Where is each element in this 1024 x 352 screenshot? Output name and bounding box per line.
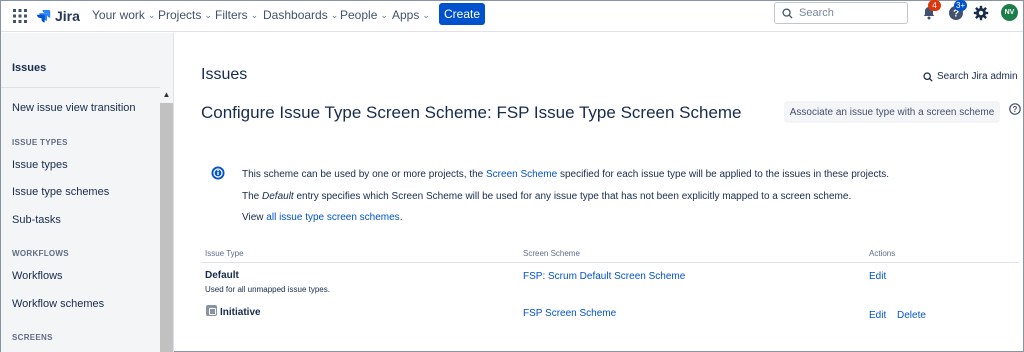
logo-text: Jira xyxy=(55,8,80,24)
search-jira-admin-label: Search Jira admin xyxy=(937,71,1018,82)
svg-text:?: ? xyxy=(1013,105,1018,114)
gear-icon xyxy=(973,5,989,21)
screen-scheme-link[interactable]: Screen Scheme xyxy=(486,169,557,180)
scroll-up-arrow-icon[interactable]: ▲ xyxy=(161,90,172,100)
sidebar-heading-screens: SCREENS xyxy=(12,333,53,342)
chevron-down-icon: ⌄ xyxy=(422,9,430,20)
associate-issue-type-button[interactable]: Associate an issue type with a screen sc… xyxy=(784,101,1000,123)
create-button[interactable]: Create xyxy=(439,3,485,25)
nav-your-work-label: Your work xyxy=(92,8,145,22)
nav-filters-label: Filters xyxy=(215,8,248,22)
column-header-issue-type: Issue Type xyxy=(205,249,244,258)
top-navigation: Jira Your work ⌄ Projects ⌄ Filters ⌄ Dashb… xyxy=(1,0,1023,32)
user-avatar[interactable]: NV xyxy=(1001,4,1018,21)
nav-dashboards-label: Dashboards xyxy=(263,8,328,22)
sidebar-item-workflow-schemes[interactable]: Workflow schemes xyxy=(12,298,104,310)
info-emphasis: Default xyxy=(262,191,294,202)
search-icon xyxy=(923,71,933,82)
chevron-down-icon: ⌄ xyxy=(250,9,259,20)
initiative-issue-type-icon xyxy=(206,305,217,316)
info-text: The xyxy=(242,191,263,202)
row-initiative-name: Initiative xyxy=(220,307,261,318)
row-default-description: Used for all unmapped issue types. xyxy=(205,285,330,294)
sidebar-title: Issues xyxy=(12,62,47,74)
column-header-screen-scheme: Screen Scheme xyxy=(523,249,580,258)
help-badge: 3+ xyxy=(954,0,968,11)
sidebar-heading-issue-types: ISSUE TYPES xyxy=(12,138,68,147)
nav-people-label: People xyxy=(340,8,378,22)
info-text: specified for each issue type will be ap… xyxy=(557,169,890,180)
info-text-line-3: View all issue type screen schemes. xyxy=(242,212,402,223)
question-circle-icon[interactable]: ? xyxy=(1009,103,1021,115)
nav-people[interactable]: People ⌄ xyxy=(340,8,388,22)
sidebar-divider xyxy=(1,87,173,88)
sidebar-item-workflows[interactable]: Workflows xyxy=(12,270,63,282)
help-button[interactable]: ? 3+ xyxy=(948,0,968,21)
main-content: Issues Search Jira admin Configure Issue… xyxy=(175,33,1023,352)
sidebar-item-issue-type-schemes[interactable]: Issue type schemes xyxy=(12,186,109,198)
scheme-title: Configure Issue Type Screen Scheme: FSP … xyxy=(201,103,742,122)
info-text-line-1: This scheme can be used by one or more p… xyxy=(242,169,889,180)
info-icon xyxy=(211,166,225,180)
info-text: View xyxy=(242,212,267,223)
chevron-down-icon: ⌄ xyxy=(147,9,156,20)
notifications-badge: 4 xyxy=(928,0,941,11)
search-jira-admin-link[interactable]: Search Jira admin xyxy=(923,71,1018,82)
nav-filters[interactable]: Filters ⌄ xyxy=(215,8,258,22)
chevron-down-icon: ⌄ xyxy=(204,9,212,20)
sidebar-scroll-thumb[interactable] xyxy=(160,103,173,352)
nav-dashboards[interactable]: Dashboards ⌄ xyxy=(263,8,338,22)
sidebar-item-sub-tasks[interactable]: Sub-tasks xyxy=(12,214,61,226)
sidebar-item-issue-types[interactable]: Issue types xyxy=(12,159,68,171)
jira-logo-icon xyxy=(37,10,51,23)
row-default-scheme-link[interactable]: FSP: Scrum Default Screen Scheme xyxy=(523,271,685,282)
row-initiative-scheme-link[interactable]: FSP Screen Scheme xyxy=(523,308,616,319)
row-initiative-delete-link[interactable]: Delete xyxy=(897,310,926,321)
settings-button[interactable] xyxy=(973,5,989,21)
nav-projects[interactable]: Projects ⌄ xyxy=(158,8,212,22)
row-default-name: Default xyxy=(205,270,239,281)
jira-logo[interactable]: Jira xyxy=(37,6,80,26)
column-header-actions: Actions xyxy=(869,249,896,258)
chevron-down-icon: ⌄ xyxy=(330,9,339,20)
info-text: entry specifies which Screen Scheme will… xyxy=(293,191,852,202)
chevron-down-icon: ⌄ xyxy=(380,9,388,20)
search-input[interactable] xyxy=(799,7,899,19)
nav-projects-label: Projects xyxy=(158,8,202,22)
info-text: This scheme can be used by one or more p… xyxy=(242,169,487,180)
nav-your-work[interactable]: Your work ⌄ xyxy=(92,8,155,22)
search-box[interactable] xyxy=(774,2,908,24)
info-text: . xyxy=(399,212,403,223)
all-schemes-link[interactable]: all issue type screen schemes xyxy=(266,212,399,223)
notifications-button[interactable]: 4 xyxy=(921,0,941,21)
search-icon xyxy=(782,7,793,19)
nav-apps-label: Apps xyxy=(392,8,420,22)
page-title: Issues xyxy=(201,66,248,83)
app-switcher-icon[interactable] xyxy=(13,9,27,23)
admin-sidebar: Issues New issue view transition ISSUE T… xyxy=(1,33,174,352)
table-header-divider xyxy=(201,262,1019,263)
row-default-edit-link[interactable]: Edit xyxy=(869,271,886,282)
sidebar-item-new-issue-view[interactable]: New issue view transition xyxy=(12,102,136,114)
row-initiative-edit-link[interactable]: Edit xyxy=(869,310,886,321)
info-text-line-2: The Default entry specifies which Screen… xyxy=(242,191,851,202)
sidebar-heading-workflows: WORKFLOWS xyxy=(12,249,69,258)
nav-apps[interactable]: Apps ⌄ xyxy=(392,8,430,22)
